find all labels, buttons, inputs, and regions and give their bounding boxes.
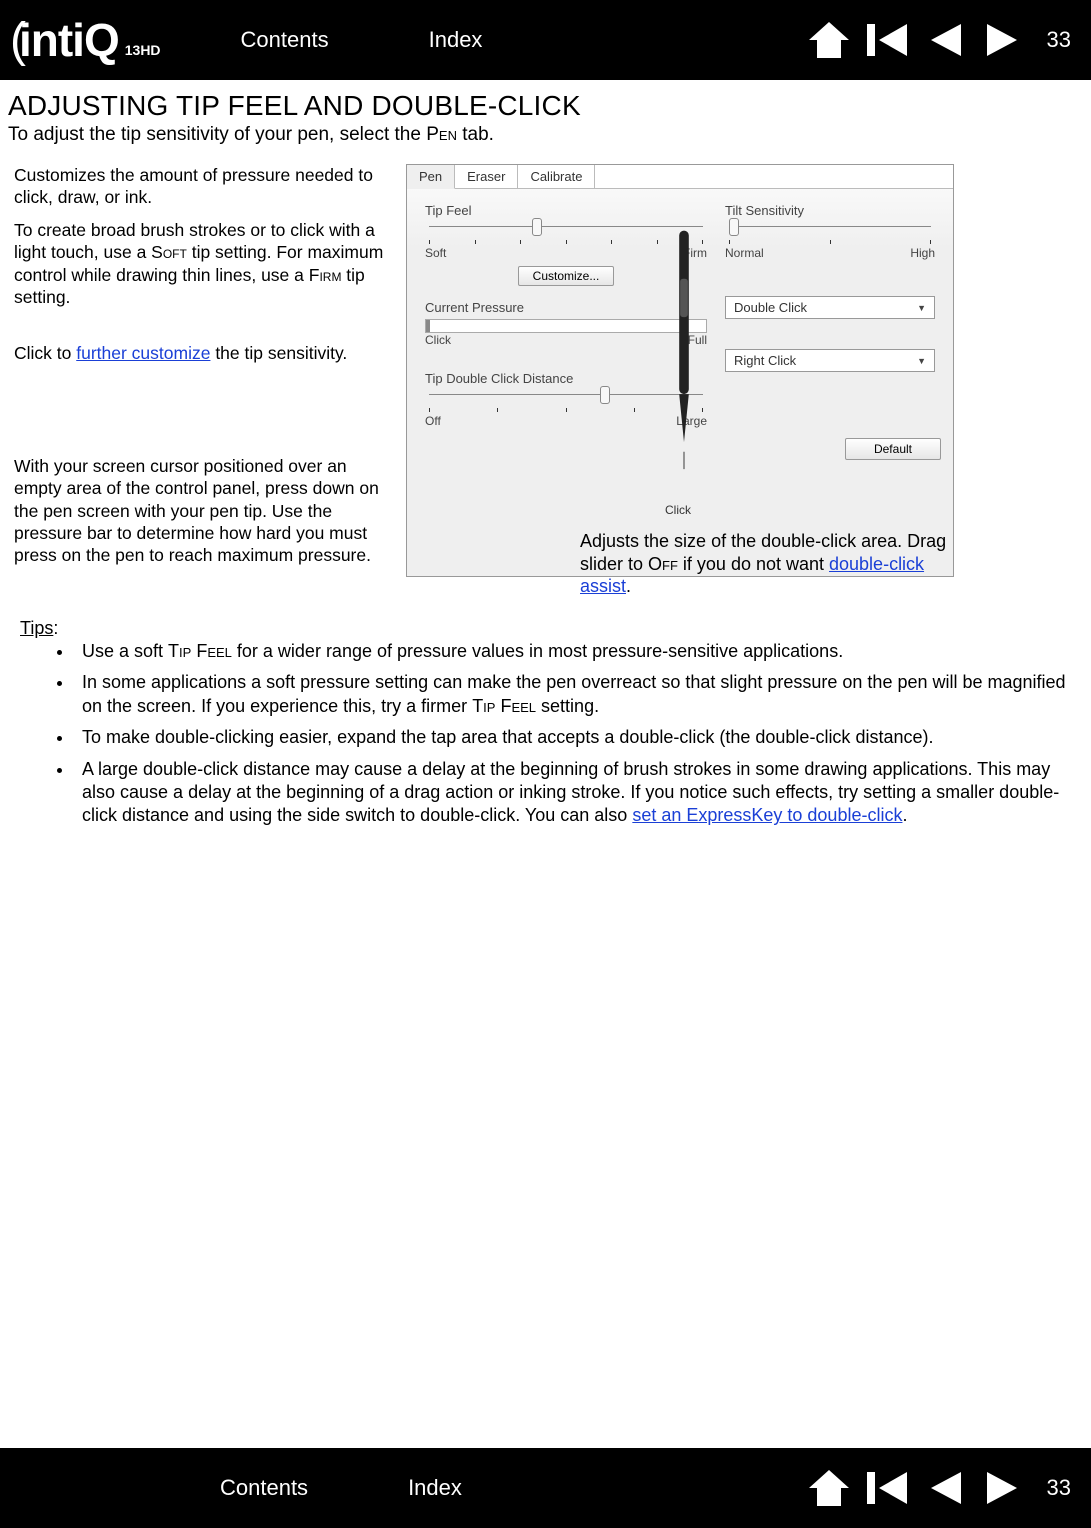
nav-icons: 33 bbox=[807, 20, 1071, 60]
contents-link[interactable]: Contents bbox=[241, 27, 329, 53]
pen-settings-panel: Pen Eraser Calibrate Tip Feel Soft Firm bbox=[406, 164, 954, 577]
dbl-click-dist-slider[interactable] bbox=[425, 390, 707, 412]
home-icon[interactable] bbox=[807, 1468, 851, 1508]
tips-section: Tips: Use a soft Tip Feel for a wider ra… bbox=[8, 617, 1091, 828]
bottom-nav-bar: Contents Index 33 bbox=[0, 1448, 1091, 1528]
page-title: ADJUSTING TIP FEEL AND DOUBLE-CLICK bbox=[8, 90, 1091, 122]
default-button[interactable]: Default bbox=[845, 438, 941, 460]
tab-pen[interactable]: Pen bbox=[407, 165, 455, 189]
page-number: 33 bbox=[1047, 27, 1071, 53]
tip-feel-label: Tip Feel bbox=[425, 203, 707, 218]
further-customize-link[interactable]: further customize bbox=[76, 343, 210, 363]
chevron-down-icon: ▼ bbox=[917, 356, 926, 366]
tip-feel-slider[interactable] bbox=[425, 222, 707, 244]
prev-page-icon[interactable] bbox=[923, 20, 967, 60]
description-column: Customizes the amount of pressure needed… bbox=[8, 164, 398, 577]
tip-item: In some applications a soft pressure set… bbox=[74, 671, 1071, 718]
top-nav-bar: intiQ 13HD Contents Index 33 bbox=[0, 0, 1091, 80]
first-page-icon[interactable] bbox=[865, 20, 909, 60]
main-content: ADJUSTING TIP FEEL AND DOUBLE-CLICK To a… bbox=[0, 80, 1091, 828]
pen-click-label: Click bbox=[665, 503, 691, 517]
dbl-click-dist-label: Tip Double Click Distance bbox=[425, 371, 707, 386]
customize-button[interactable]: Customize... bbox=[518, 266, 615, 286]
expresskey-link[interactable]: set an ExpressKey to double-click bbox=[632, 805, 902, 825]
pressure-click: Click bbox=[425, 333, 451, 347]
tip-item: To make double-clicking easier, expand t… bbox=[74, 726, 1071, 749]
logo-sub: 13HD bbox=[125, 42, 161, 58]
product-logo: intiQ 13HD bbox=[10, 13, 161, 68]
next-page-icon[interactable] bbox=[981, 20, 1025, 60]
desc-pressure-amount: Customizes the amount of pressure needed… bbox=[14, 164, 398, 209]
current-pressure-bar bbox=[425, 319, 707, 333]
first-page-icon[interactable] bbox=[865, 1468, 909, 1508]
page-subtitle: To adjust the tip sensitivity of your pe… bbox=[8, 124, 1091, 146]
tip-item: Use a soft Tip Feel for a wider range of… bbox=[74, 640, 1071, 663]
tilt-normal: Normal bbox=[725, 246, 764, 260]
pen-illustration bbox=[667, 221, 701, 471]
double-click-dropdown[interactable]: Double Click ▼ bbox=[725, 296, 935, 319]
page-number-footer: 33 bbox=[1047, 1475, 1071, 1501]
nav-icons-footer: 33 bbox=[807, 1468, 1071, 1508]
right-click-dropdown[interactable]: Right Click ▼ bbox=[725, 349, 935, 372]
dbl-click-off: Off bbox=[425, 414, 441, 428]
tab-eraser[interactable]: Eraser bbox=[455, 165, 518, 188]
home-icon[interactable] bbox=[807, 20, 851, 60]
desc-pressure-bar: With your screen cursor positioned over … bbox=[14, 455, 398, 567]
next-page-icon[interactable] bbox=[981, 1468, 1025, 1508]
panel-tabs: Pen Eraser Calibrate bbox=[407, 165, 953, 189]
tip-feel-soft: Soft bbox=[425, 246, 446, 260]
prev-page-icon[interactable] bbox=[923, 1468, 967, 1508]
tips-heading: Tips: bbox=[20, 617, 1071, 640]
tip-item: A large double-click distance may cause … bbox=[74, 758, 1071, 828]
contents-link-footer[interactable]: Contents bbox=[220, 1475, 308, 1501]
index-link-footer[interactable]: Index bbox=[408, 1475, 462, 1501]
callout-double-click: Adjusts the size of the double-click are… bbox=[580, 530, 980, 598]
desc-customize-link: Click to further customize the tip sensi… bbox=[14, 342, 398, 364]
index-link[interactable]: Index bbox=[429, 27, 483, 53]
tilt-label: Tilt Sensitivity bbox=[725, 203, 935, 218]
current-pressure-label: Current Pressure bbox=[425, 300, 707, 315]
chevron-down-icon: ▼ bbox=[917, 303, 926, 313]
tab-calibrate[interactable]: Calibrate bbox=[518, 165, 595, 188]
tilt-high: High bbox=[910, 246, 935, 260]
tilt-slider[interactable] bbox=[725, 222, 935, 244]
logo-main: intiQ bbox=[10, 13, 119, 68]
desc-soft-firm: To create broad brush strokes or to clic… bbox=[14, 219, 398, 309]
